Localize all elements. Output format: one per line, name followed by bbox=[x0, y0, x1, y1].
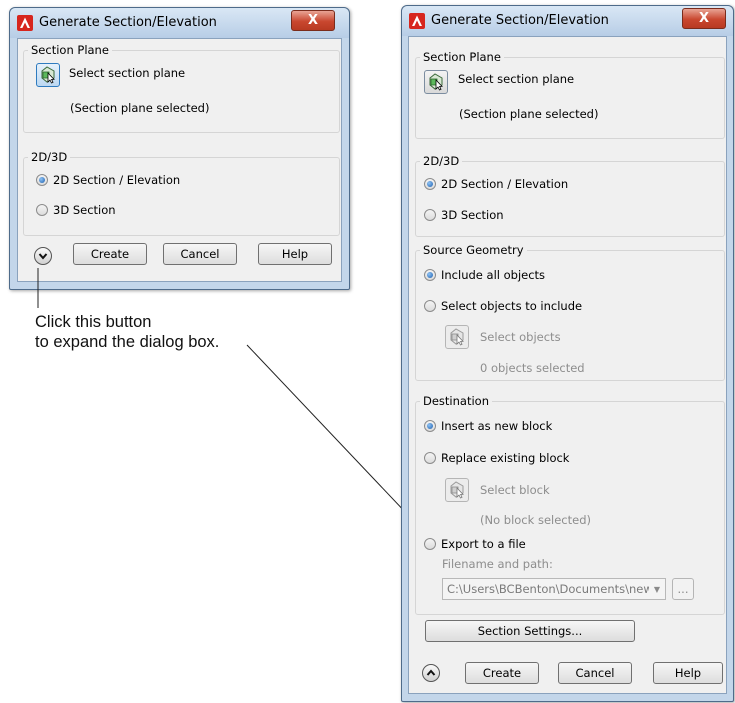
objects-selected-status: 0 objects selected bbox=[480, 361, 585, 375]
radio-3d-section[interactable]: 3D Section bbox=[424, 208, 504, 222]
section-plane-group: Section Plane Select section plane (Sect… bbox=[415, 50, 725, 139]
radio-button[interactable] bbox=[424, 452, 436, 464]
mode-group: 2D/3D 2D Section / Elevation 3D Section bbox=[23, 150, 340, 236]
radio-label: Select objects to include bbox=[441, 299, 583, 313]
close-icon: X bbox=[307, 13, 319, 28]
radio-button[interactable] bbox=[424, 538, 436, 550]
radio-label: 2D Section / Elevation bbox=[441, 177, 569, 191]
section-plane-legend: Section Plane bbox=[28, 43, 112, 57]
dialog-title: Generate Section/Elevation bbox=[39, 15, 217, 30]
destination-group: Destination Insert as new block Replace … bbox=[415, 394, 725, 615]
callout-line-1: Click this button bbox=[35, 313, 152, 331]
cancel-button[interactable]: Cancel bbox=[163, 243, 237, 265]
mode-legend: 2D/3D bbox=[420, 154, 463, 168]
dialog-title: Generate Section/Elevation bbox=[431, 13, 609, 28]
autocad-logo-icon bbox=[17, 15, 33, 31]
title-bar[interactable]: Generate Section/Elevation X bbox=[10, 8, 349, 38]
source-geometry-legend: Source Geometry bbox=[420, 243, 527, 257]
select-objects-button[interactable] bbox=[445, 325, 469, 349]
source-geometry-group: Source Geometry Include all objects Sele… bbox=[415, 243, 725, 381]
collapse-button[interactable] bbox=[422, 664, 440, 682]
section-plane-legend: Section Plane bbox=[420, 50, 504, 64]
select-section-plane-label: Select section plane bbox=[69, 66, 186, 80]
radio-replace-block[interactable]: Replace existing block bbox=[424, 451, 569, 465]
radio-button[interactable] bbox=[36, 204, 48, 216]
radio-button[interactable] bbox=[424, 269, 436, 281]
close-button[interactable]: X bbox=[291, 10, 335, 31]
title-bar[interactable]: Generate Section/Elevation X bbox=[402, 6, 733, 36]
help-button[interactable]: Help bbox=[653, 662, 723, 684]
radio-select-objects[interactable]: Select objects to include bbox=[424, 299, 582, 313]
collapsed-dialog: Generate Section/Elevation X Section Pla… bbox=[9, 7, 350, 290]
select-section-plane-button[interactable] bbox=[36, 63, 60, 87]
radio-button[interactable] bbox=[424, 300, 436, 312]
radio-button[interactable] bbox=[424, 420, 436, 432]
radio-button[interactable] bbox=[424, 209, 436, 221]
section-settings-button[interactable]: Section Settings... bbox=[425, 620, 635, 642]
radio-export-to-file[interactable]: Export to a file bbox=[424, 537, 526, 551]
block-selected-status: (No block selected) bbox=[480, 513, 591, 527]
filename-value: C:\Users\BCBenton\Documents\new bbox=[447, 582, 649, 596]
radio-label: Include all objects bbox=[441, 268, 546, 282]
select-cursor-icon bbox=[429, 73, 443, 91]
section-plane-group: Section Plane Select section plane (Sect… bbox=[23, 43, 340, 133]
dialog-body: Section Plane Select section plane (Sect… bbox=[408, 36, 727, 694]
create-button[interactable]: Create bbox=[465, 662, 539, 684]
dialog-body: Section Plane Select section plane (Sect… bbox=[17, 38, 342, 282]
chevron-down-icon: ▼ bbox=[653, 584, 661, 594]
chevron-up-icon bbox=[426, 669, 436, 676]
radio-label: 3D Section bbox=[53, 203, 116, 217]
select-cursor-icon bbox=[450, 481, 464, 499]
radio-2d-section[interactable]: 2D Section / Elevation bbox=[424, 177, 568, 191]
close-button[interactable]: X bbox=[682, 8, 726, 29]
destination-legend: Destination bbox=[420, 394, 492, 408]
radio-label: Export to a file bbox=[441, 537, 526, 551]
autocad-logo-icon bbox=[409, 13, 425, 29]
filename-label: Filename and path: bbox=[442, 557, 553, 571]
radio-button[interactable] bbox=[36, 174, 48, 186]
filename-combo[interactable]: C:\Users\BCBenton\Documents\new ▼ bbox=[442, 578, 666, 600]
radio-2d-section[interactable]: 2D Section / Elevation bbox=[36, 173, 180, 187]
create-button[interactable]: Create bbox=[73, 243, 147, 265]
expand-button[interactable] bbox=[34, 247, 52, 265]
radio-3d-section[interactable]: 3D Section bbox=[36, 203, 116, 217]
help-button[interactable]: Help bbox=[258, 243, 332, 265]
radio-label: Replace existing block bbox=[441, 451, 570, 465]
select-cursor-icon bbox=[450, 328, 464, 346]
expanded-dialog: Generate Section/Elevation X Section Pla… bbox=[401, 5, 734, 702]
chevron-down-icon bbox=[38, 253, 48, 260]
callout-text: Click this button to expand the dialog b… bbox=[35, 312, 219, 352]
select-section-plane-label: Select section plane bbox=[458, 72, 575, 86]
section-plane-status: (Section plane selected) bbox=[459, 107, 599, 121]
mode-group: 2D/3D 2D Section / Elevation 3D Section bbox=[415, 154, 725, 237]
close-icon: X bbox=[698, 11, 710, 26]
radio-label: 3D Section bbox=[441, 208, 504, 222]
radio-label: 2D Section / Elevation bbox=[53, 173, 181, 187]
radio-include-all[interactable]: Include all objects bbox=[424, 268, 545, 282]
browse-button[interactable]: ... bbox=[672, 578, 694, 600]
cancel-button[interactable]: Cancel bbox=[558, 662, 632, 684]
select-block-button[interactable] bbox=[445, 478, 469, 502]
section-plane-status: (Section plane selected) bbox=[70, 101, 210, 115]
select-cursor-icon bbox=[41, 66, 55, 84]
radio-button[interactable] bbox=[424, 178, 436, 190]
mode-legend: 2D/3D bbox=[28, 150, 71, 164]
radio-label: Insert as new block bbox=[441, 419, 553, 433]
radio-insert-new-block[interactable]: Insert as new block bbox=[424, 419, 552, 433]
select-block-label: Select block bbox=[480, 483, 550, 497]
select-section-plane-button[interactable] bbox=[424, 70, 448, 94]
select-objects-label: Select objects bbox=[480, 330, 561, 344]
callout-line-2: to expand the dialog box. bbox=[35, 333, 220, 351]
